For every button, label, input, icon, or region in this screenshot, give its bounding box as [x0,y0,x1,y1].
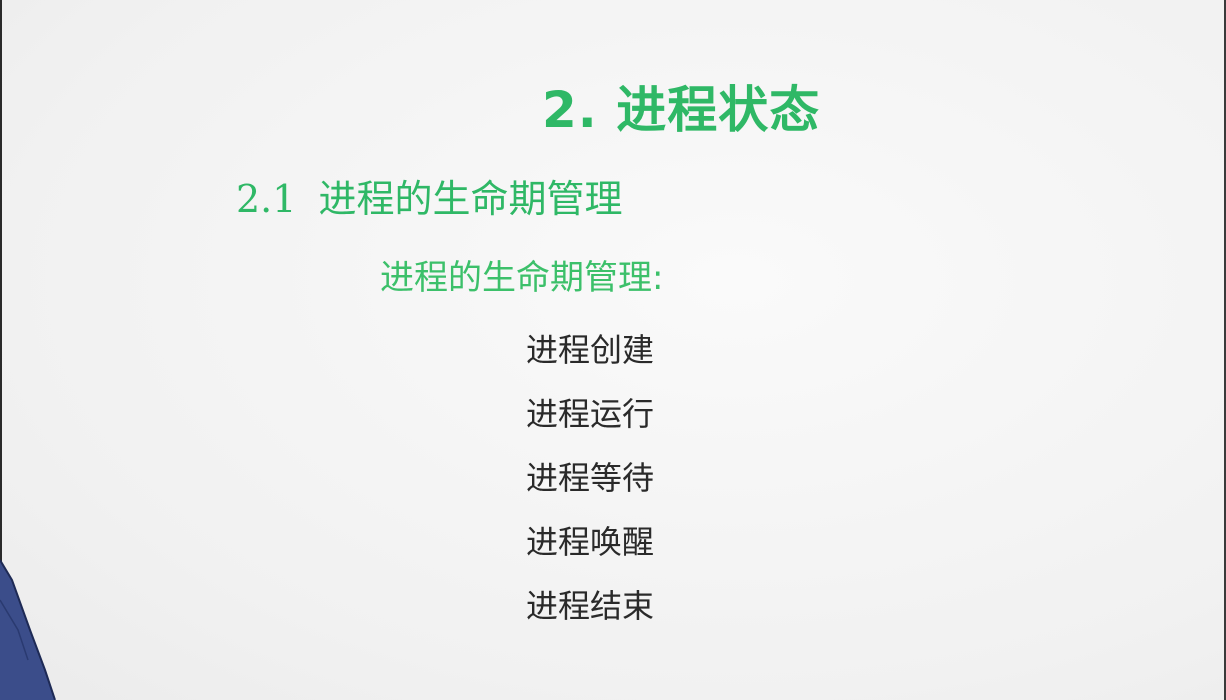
presenter-figure [0,559,56,700]
list-item: 进程唤醒 [526,523,655,561]
list-item: 进程创建 [526,331,655,369]
list-item: 进程结束 [526,587,655,625]
slide-title: 2. 进程状态 [542,81,821,139]
list-item: 进程运行 [526,395,655,433]
subsection-heading: 2.1 进程的生命期管理 [236,168,622,223]
slide: 2. 进程状态 2.1 进程的生命期管理 进程的生命期管理: 进程创建 进程运行 … [0,0,1226,700]
subsection-label: 进程的生命期管理 [318,177,623,221]
subsection-number: 2.1 [236,177,297,221]
lifecycle-list: 进程创建 进程运行 进程等待 进程唤醒 进程结束 [526,326,654,646]
list-heading: 进程的生命期管理: [380,258,664,298]
list-item: 进程等待 [526,459,655,497]
